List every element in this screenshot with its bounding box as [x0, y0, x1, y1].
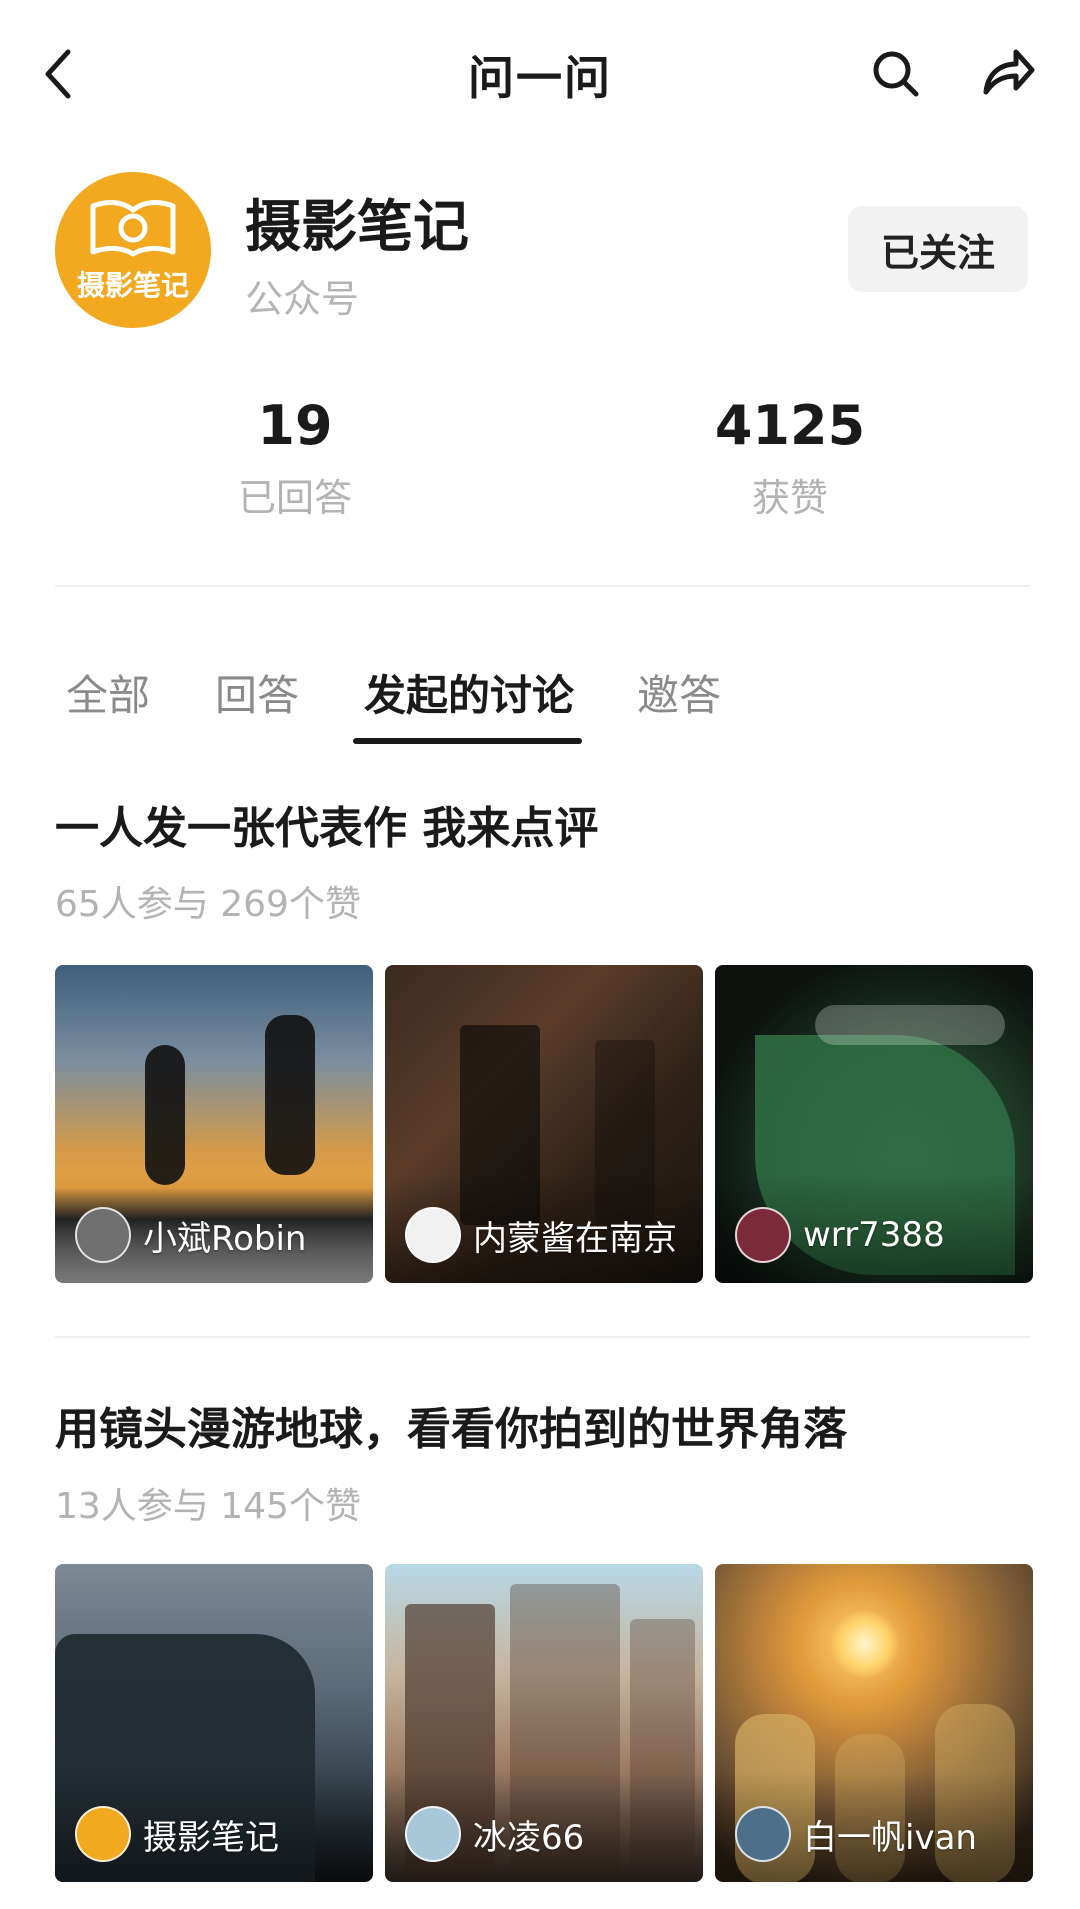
photo-silhouette [265, 1015, 315, 1175]
divider [55, 585, 1030, 587]
share-icon [983, 49, 1035, 95]
author-name[interactable]: 摄影笔记 [143, 1810, 279, 1859]
stat-answered: 19 已回答 [165, 394, 425, 522]
photo-author[interactable]: wrr7388 [735, 1207, 945, 1263]
author-avatar[interactable] [75, 1806, 131, 1862]
topic-meta: 65人参与 269个赞 [55, 884, 361, 925]
tab-discussions[interactable]: 发起的讨论 [364, 662, 574, 723]
photo-author[interactable]: 摄影笔记 [75, 1806, 279, 1862]
account-type: 公众号 [245, 277, 360, 321]
author-avatar[interactable] [75, 1207, 131, 1263]
photo-author[interactable]: 白一帆ivan [735, 1806, 977, 1862]
topic-meta: 13人参与 145个赞 [55, 1486, 361, 1527]
photo-sun [830, 1609, 900, 1679]
topic-title[interactable]: 一人发一张代表作 我来点评 [55, 792, 598, 856]
photo-silhouette [145, 1045, 185, 1185]
stat-likes: 4125 获赞 [660, 394, 920, 522]
tab-all[interactable]: 全部 [66, 662, 150, 723]
topic-photo[interactable]: 小斌Robin [55, 965, 373, 1283]
following-button[interactable]: 已关注 [848, 206, 1028, 292]
stat-label: 已回答 [237, 476, 352, 520]
book-icon [90, 200, 176, 257]
topic-photo[interactable]: 白一帆ivan [715, 1564, 1033, 1882]
divider [55, 1336, 1030, 1338]
photo-author[interactable]: 内蒙酱在南京 [405, 1207, 677, 1263]
author-avatar[interactable] [405, 1207, 461, 1263]
search-button[interactable] [868, 46, 922, 100]
author-name[interactable]: 小斌Robin [143, 1211, 306, 1260]
top-bar: 问一问 [0, 0, 1080, 150]
account-avatar[interactable]: 摄影笔记 [55, 172, 211, 328]
author-avatar[interactable] [735, 1207, 791, 1263]
tab-answers[interactable]: 回答 [215, 662, 299, 723]
account-name: 摄影笔记 [245, 195, 469, 260]
author-name[interactable]: 冰凌66 [473, 1810, 584, 1859]
author-avatar[interactable] [405, 1806, 461, 1862]
stat-value: 4125 [714, 394, 866, 457]
search-icon [873, 51, 919, 97]
photo-author[interactable]: 小斌Robin [75, 1207, 306, 1263]
share-button[interactable] [976, 44, 1036, 102]
active-tab-indicator [353, 738, 582, 744]
topic-photo[interactable]: wrr7388 [715, 965, 1033, 1283]
topic-photo[interactable]: 内蒙酱在南京 [385, 965, 703, 1283]
topic-title[interactable]: 用镜头漫游地球，看看你拍到的世界角落 [55, 1393, 847, 1457]
author-name[interactable]: 内蒙酱在南京 [473, 1211, 677, 1260]
topic-photo[interactable]: 摄影笔记 [55, 1564, 373, 1882]
photo-dragonfly [815, 1005, 1005, 1045]
stat-value: 19 [257, 394, 333, 457]
author-name[interactable]: 白一帆ivan [803, 1810, 977, 1859]
stat-label: 获赞 [751, 476, 828, 520]
author-name[interactable]: wrr7388 [803, 1215, 945, 1255]
topic-photo[interactable]: 冰凌66 [385, 1564, 703, 1882]
author-avatar[interactable] [735, 1806, 791, 1862]
avatar-text: 摄影笔记 [76, 269, 189, 302]
tab-invited[interactable]: 邀答 [637, 662, 721, 723]
page: 问一问 摄影笔记 摄影笔记 公众号 已关注 19 已回答 4125 获赞 全部 … [0, 0, 1080, 1909]
photo-author[interactable]: 冰凌66 [405, 1806, 584, 1862]
